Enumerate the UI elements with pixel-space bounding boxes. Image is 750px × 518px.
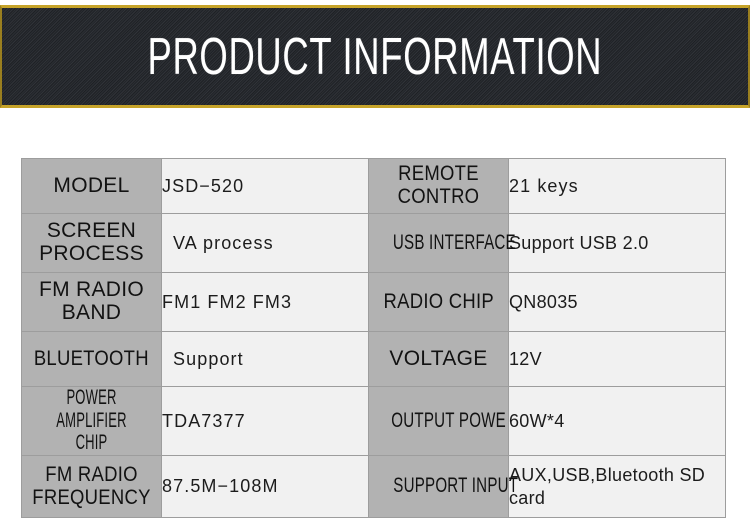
spec-label-text: USB INTERFACE — [392, 230, 516, 254]
spec-label-text: FM RADIO BAND — [38, 278, 145, 324]
spec-label-usb-interface: USB INTERFACE — [368, 213, 516, 273]
spec-value-voltage: 12V — [508, 331, 726, 387]
spec-value-support-input: AUX,USB,Bluetooth SD card — [508, 455, 726, 518]
spec-value-output-power: 60W*4 — [508, 385, 726, 457]
spec-value-usb-interface: Support USB 2.0 — [508, 213, 726, 273]
spec-label-power-amplifier-chip: POWER AMPLIFIER CHIP — [21, 385, 162, 457]
table-row: SCREEN PROCESS VA process USB INTERFACE … — [21, 213, 726, 273]
spec-label-text: POWER AMPLIFIER CHIP — [56, 386, 127, 455]
spec-value-text: 21 keys — [509, 175, 579, 196]
page-title: PRODUCT INFORMATION — [147, 27, 603, 86]
spec-value-radio-chip: QN8035 — [508, 272, 726, 332]
spec-value-text: AUX,USB,Bluetooth SD card — [509, 465, 706, 508]
spec-label-text: MODEL — [53, 173, 130, 197]
table-row: BLUETOOTH Support VOLTAGE 12V — [21, 331, 726, 387]
spec-value-power-amplifier-chip: TDA7377 — [161, 385, 369, 457]
spec-label-voltage: VOLTAGE — [368, 331, 509, 387]
table-row: FM RADIO FREQUENCY 87.5M−108M SUPPORT IN… — [21, 455, 726, 518]
spec-label-text: SCREEN PROCESS — [39, 219, 144, 265]
spec-label-fm-radio-band: FM RADIO BAND — [21, 272, 162, 332]
spec-label-remote-control: REMOTE CONTRO — [368, 158, 509, 214]
spec-label-screen-process: SCREEN PROCESS — [21, 213, 162, 273]
spec-value-fm-radio-frequency: 87.5M−108M — [161, 455, 369, 518]
spec-value-remote-control: 21 keys — [508, 158, 726, 214]
table-row: POWER AMPLIFIER CHIP TDA7377 OUTPUT POWE… — [21, 385, 726, 457]
spec-label-output-power: OUTPUT POWE — [368, 385, 509, 457]
spec-value-text: Support — [173, 348, 244, 369]
spec-value-bluetooth: Support — [161, 331, 369, 387]
spec-label-bluetooth: BLUETOOTH — [21, 331, 162, 387]
spec-value-text: 87.5M−108M — [162, 476, 279, 497]
spec-label-fm-radio-frequency: FM RADIO FREQUENCY — [21, 455, 162, 518]
product-information-table: MODEL JSD−520 REMOTE CONTRO 21 keys SCRE… — [21, 158, 726, 518]
table-row: FM RADIO BAND FM1 FM2 FM3 RADIO CHIP QN8… — [21, 272, 726, 332]
spec-label-text: VOLTAGE — [389, 346, 488, 370]
spec-label-radio-chip: RADIO CHIP — [368, 272, 509, 332]
spec-value-text: 12V — [509, 348, 542, 369]
spec-value-screen-process: VA process — [161, 213, 369, 273]
spec-label-model: MODEL — [21, 158, 162, 214]
spec-value-text: FM1 FM2 FM3 — [162, 291, 293, 312]
spec-label-support-input: SUPPORT INPUT — [368, 455, 518, 518]
spec-value-model: JSD−520 — [161, 158, 369, 214]
spec-label-text: RADIO CHIP — [383, 289, 494, 313]
spec-label-text: BLUETOOTH — [33, 346, 149, 370]
spec-value-text: JSD−520 — [162, 175, 245, 196]
spec-label-text: SUPPORT INPUT — [393, 474, 519, 498]
spec-label-text: REMOTE CONTRO — [397, 162, 480, 208]
page-banner: PRODUCT INFORMATION — [0, 5, 750, 108]
table-row: MODEL JSD−520 REMOTE CONTRO 21 keys — [21, 158, 726, 214]
spec-value-text: 60W*4 — [509, 410, 565, 431]
spec-value-text: VA process — [173, 232, 274, 253]
spec-label-text: OUTPUT POWE — [391, 408, 506, 432]
spec-value-text: QN8035 — [509, 291, 578, 312]
spec-value-fm-radio-band: FM1 FM2 FM3 — [161, 272, 369, 332]
spec-value-text: TDA7377 — [162, 410, 246, 431]
spec-value-text: Support USB 2.0 — [509, 232, 649, 253]
spec-label-text: FM RADIO FREQUENCY — [32, 462, 151, 509]
